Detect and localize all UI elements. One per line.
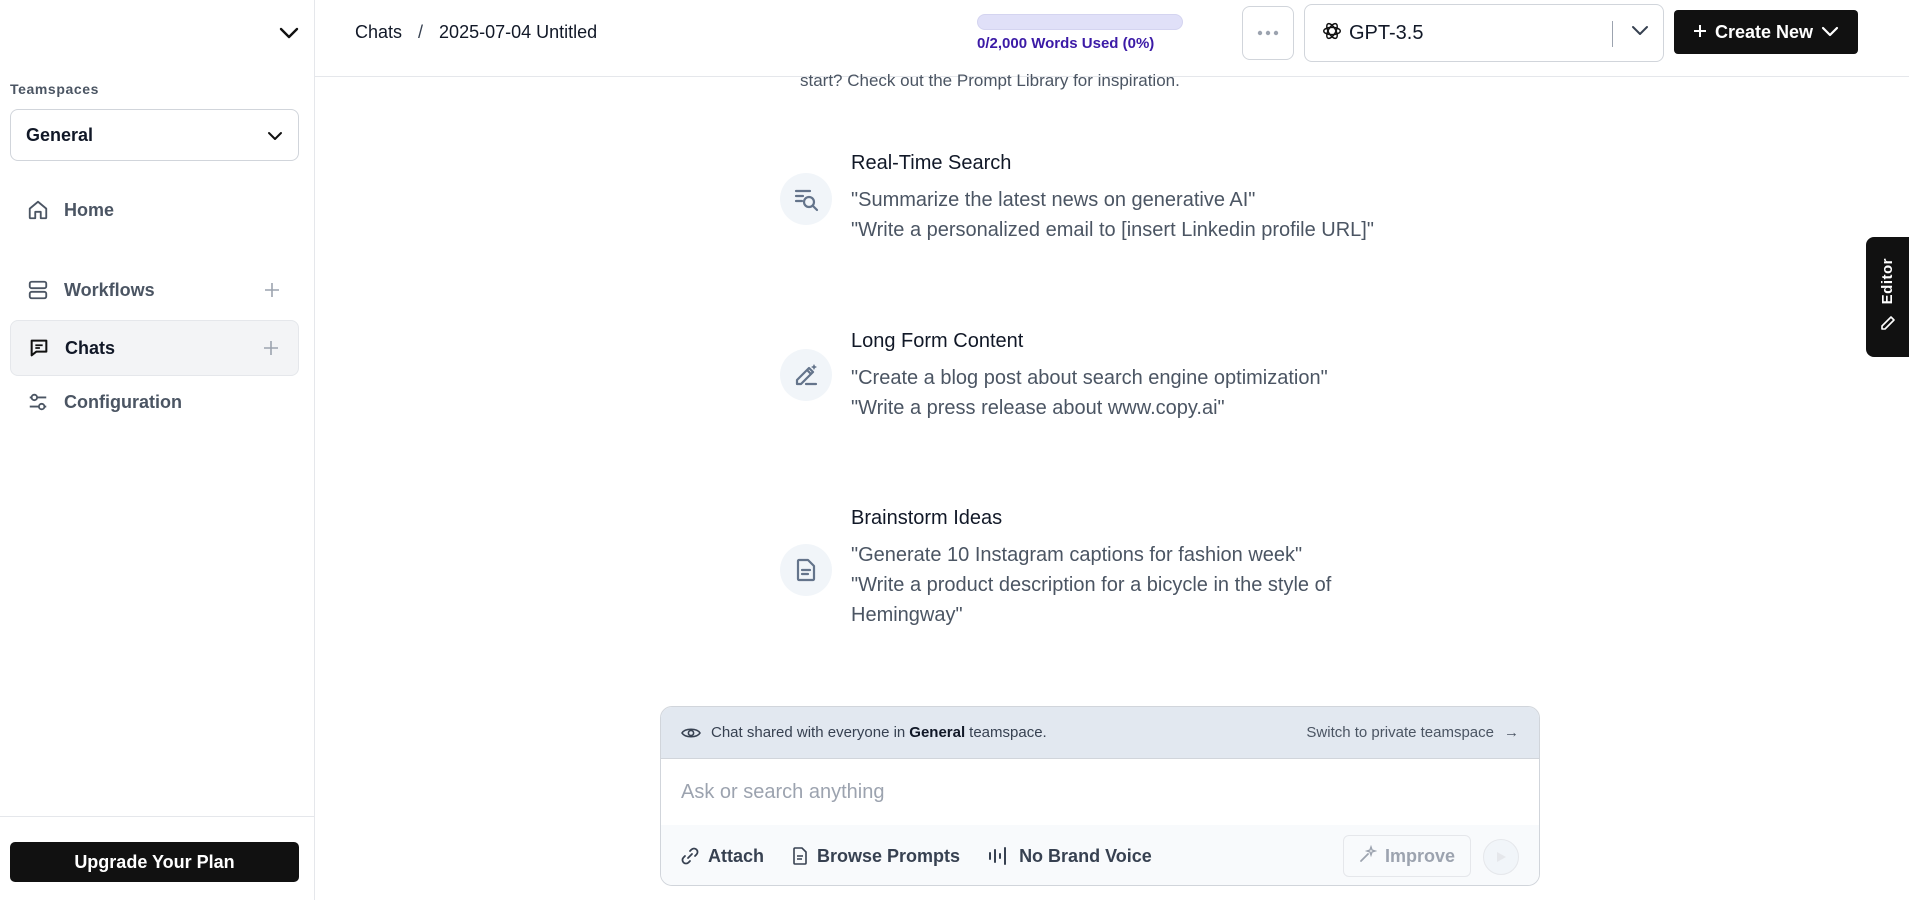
- browse-prompts-button[interactable]: Browse Prompts: [792, 846, 960, 867]
- suggestion-card-real-time-search[interactable]: Real-Time Search "Summarize the latest n…: [780, 150, 1400, 260]
- eye-icon: [681, 726, 701, 740]
- breadcrumb-chats-link[interactable]: Chats: [355, 22, 402, 43]
- create-new-button[interactable]: Create New: [1674, 10, 1858, 54]
- add-chat-icon[interactable]: [260, 337, 282, 359]
- ellipsis-icon: [1257, 30, 1279, 36]
- brand-voice-button[interactable]: No Brand Voice: [988, 846, 1152, 867]
- chevron-down-icon: [1821, 22, 1839, 43]
- suggestion-card-brainstorm-ideas[interactable]: Brainstorm Ideas "Generate 10 Instagram …: [780, 505, 1400, 645]
- suggestion-prompt[interactable]: "Generate 10 Instagram captions for fash…: [851, 540, 1411, 570]
- magic-pen-icon: [780, 349, 832, 401]
- model-select[interactable]: GPT-3.5: [1304, 4, 1664, 62]
- suggestion-prompt[interactable]: "Summarize the latest news on generative…: [851, 185, 1411, 215]
- chevron-down-icon[interactable]: [276, 20, 302, 46]
- create-new-label: Create New: [1714, 21, 1814, 42]
- usage-text: 0/2,000 Words Used (0%): [977, 35, 1155, 52]
- sidebar-item-chats[interactable]: Chats: [10, 320, 299, 376]
- sidebar-item-home[interactable]: Home: [10, 182, 299, 238]
- suggestion-title: Long Form Content: [851, 330, 1024, 352]
- teamspace-select[interactable]: General: [10, 109, 299, 161]
- document-icon: [780, 544, 832, 596]
- openai-icon: [1321, 20, 1343, 47]
- suggestion-prompt[interactable]: "Write a product description for a bicyc…: [851, 570, 1411, 630]
- editor-tab[interactable]: Editor: [1866, 237, 1909, 357]
- chat-toolbar: Attach Browse Prompts No Brand Voice Imp…: [661, 825, 1539, 885]
- share-team-name: General: [909, 724, 966, 741]
- sidebar-item-label: Workflows: [64, 279, 155, 300]
- send-button[interactable]: [1483, 839, 1519, 875]
- sidebar-item-label: Configuration: [64, 391, 182, 412]
- paperclip-icon: [681, 847, 699, 865]
- more-options-button[interactable]: [1242, 6, 1294, 60]
- sidebar-item-workflows[interactable]: Workflows: [10, 262, 299, 318]
- share-text-end: teamspace.: [969, 724, 1047, 741]
- chevron-down-icon: [267, 125, 283, 146]
- sidebar-footer: Upgrade Your Plan: [0, 816, 315, 900]
- breadcrumb-separator: /: [418, 22, 424, 42]
- sparkle-icon: [1359, 844, 1378, 868]
- arrow-right-icon: →: [1504, 724, 1519, 741]
- model-name: GPT-3.5: [1349, 21, 1424, 44]
- add-workflow-icon[interactable]: [261, 279, 283, 301]
- usage-progress-bar: [977, 14, 1183, 30]
- word-usage: 0/2,000 Words Used (0%): [977, 14, 1187, 52]
- sidebar-item-configuration[interactable]: Configuration: [10, 374, 299, 430]
- document-icon: [792, 847, 808, 865]
- suggestion-prompt[interactable]: "Write a press release about www.copy.ai…: [851, 393, 1411, 423]
- suggestion-title: Real-Time Search: [851, 152, 1012, 174]
- chat-composer: Chat shared with everyone in General tea…: [660, 706, 1540, 886]
- attach-label: Attach: [708, 845, 765, 866]
- switch-private-label: Switch to private teamspace: [1306, 724, 1494, 741]
- breadcrumb-current[interactable]: 2025-07-04 Untitled: [439, 22, 597, 43]
- chevron-down-icon: [1631, 24, 1649, 42]
- suggestion-title: Brainstorm Ideas: [851, 507, 1003, 529]
- share-text: Chat shared with everyone in: [711, 724, 906, 741]
- top-header: Chats / 2025-07-04 Untitled 0/2,000 Word…: [315, 0, 1909, 77]
- attach-button[interactable]: Attach: [681, 846, 764, 867]
- browse-prompts-label: Browse Prompts: [817, 845, 961, 866]
- share-notice-bar: Chat shared with everyone in General tea…: [661, 707, 1539, 759]
- plus-icon: [1693, 22, 1707, 43]
- home-icon: [26, 198, 50, 222]
- improve-button[interactable]: Improve: [1343, 835, 1471, 877]
- sidebar-item-label: Chats: [65, 337, 116, 358]
- teamspaces-label: Teamspaces: [10, 81, 100, 97]
- breadcrumb: Chats / 2025-07-04 Untitled: [355, 22, 597, 43]
- send-icon: [1497, 852, 1506, 862]
- audio-bars-icon: [988, 846, 1010, 866]
- sliders-icon: [26, 390, 50, 414]
- brand-voice-label: No Brand Voice: [1019, 845, 1152, 866]
- intro-text: start? Check out the Prompt Library for …: [800, 71, 1180, 90]
- sidebar-item-label: Home: [64, 199, 115, 220]
- workflows-icon: [26, 278, 50, 302]
- suggestion-card-long-form-content[interactable]: Long Form Content "Create a blog post ab…: [780, 328, 1400, 438]
- sidebar: Teamspaces General Home Workflows Chats: [0, 0, 315, 900]
- search-list-icon: [780, 173, 832, 225]
- upgrade-plan-button[interactable]: Upgrade Your Plan: [10, 842, 299, 882]
- pencil-icon: [1880, 315, 1896, 336]
- improve-label: Improve: [1384, 845, 1456, 866]
- chat-input[interactable]: [661, 759, 1539, 825]
- divider: [1612, 21, 1613, 47]
- suggestion-prompt[interactable]: "Write a personalized email to [insert L…: [851, 215, 1411, 245]
- chat-icon: [27, 336, 51, 360]
- editor-tab-label: Editor: [1879, 258, 1896, 305]
- teamspace-select-value: General: [26, 124, 94, 145]
- suggestion-prompt[interactable]: "Create a blog post about search engine …: [851, 363, 1411, 393]
- switch-private-link[interactable]: Switch to private teamspace →: [1306, 724, 1519, 741]
